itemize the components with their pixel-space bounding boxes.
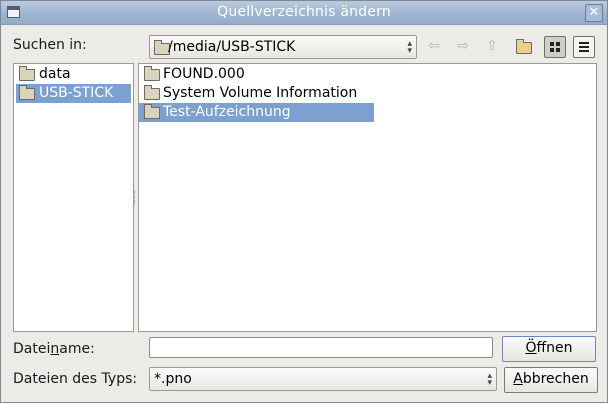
combo-arrows-icon: ▴ ▾	[407, 39, 412, 56]
close-button[interactable]: ✕	[585, 4, 603, 22]
places-panel: data USB-STICK	[13, 63, 134, 332]
arrow-back-icon[interactable]: ⇦	[424, 36, 444, 56]
folder-icon	[144, 66, 160, 81]
file-item[interactable]: System Volume Information	[139, 84, 379, 103]
new-folder-icon[interactable]	[513, 36, 533, 56]
filename-input[interactable]	[149, 337, 493, 358]
pane-splitter[interactable]	[134, 191, 137, 205]
title-bar[interactable]: Quellverzeichnis ändern ✕	[1, 1, 607, 25]
location-combo[interactable]: /media/USB-STICK ▴ ▾	[149, 35, 417, 59]
filetype-combo[interactable]: *.pno ▴ ▾	[149, 367, 497, 391]
open-button[interactable]: Öffnen	[502, 336, 596, 362]
file-item[interactable]: FOUND.000	[139, 65, 339, 84]
look-in-label: Suchen in:	[13, 37, 87, 53]
arrow-up-icon[interactable]: ⇧	[482, 36, 502, 56]
file-dialog-window: Quellverzeichnis ändern ✕ Suchen in: /me…	[0, 0, 608, 403]
combo-arrows-icon: ▴ ▾	[487, 371, 492, 388]
icon-view-icon[interactable]	[544, 36, 566, 58]
folder-icon	[19, 85, 35, 100]
filename-label: Dateiname:	[13, 341, 95, 357]
place-item-data[interactable]: data	[16, 65, 131, 84]
cancel-button[interactable]: Abbrechen	[504, 367, 598, 393]
location-path: /media/USB-STICK	[168, 39, 296, 55]
filetype-label: Dateien des Typs:	[13, 371, 138, 387]
list-view-icon[interactable]	[573, 36, 595, 58]
file-item[interactable]: Test-Aufzeichnung	[139, 103, 374, 122]
folder-icon	[19, 66, 35, 81]
window-title: Quellverzeichnis ändern	[217, 4, 391, 20]
folder-icon	[144, 85, 160, 100]
place-item-usb-stick[interactable]: USB-STICK	[16, 84, 131, 103]
folder-icon	[144, 104, 160, 119]
filetype-value: *.pno	[154, 371, 192, 387]
arrow-forward-icon[interactable]: ⇨	[453, 36, 473, 56]
files-panel[interactable]: FOUND.000 System Volume Information Test…	[138, 63, 597, 332]
